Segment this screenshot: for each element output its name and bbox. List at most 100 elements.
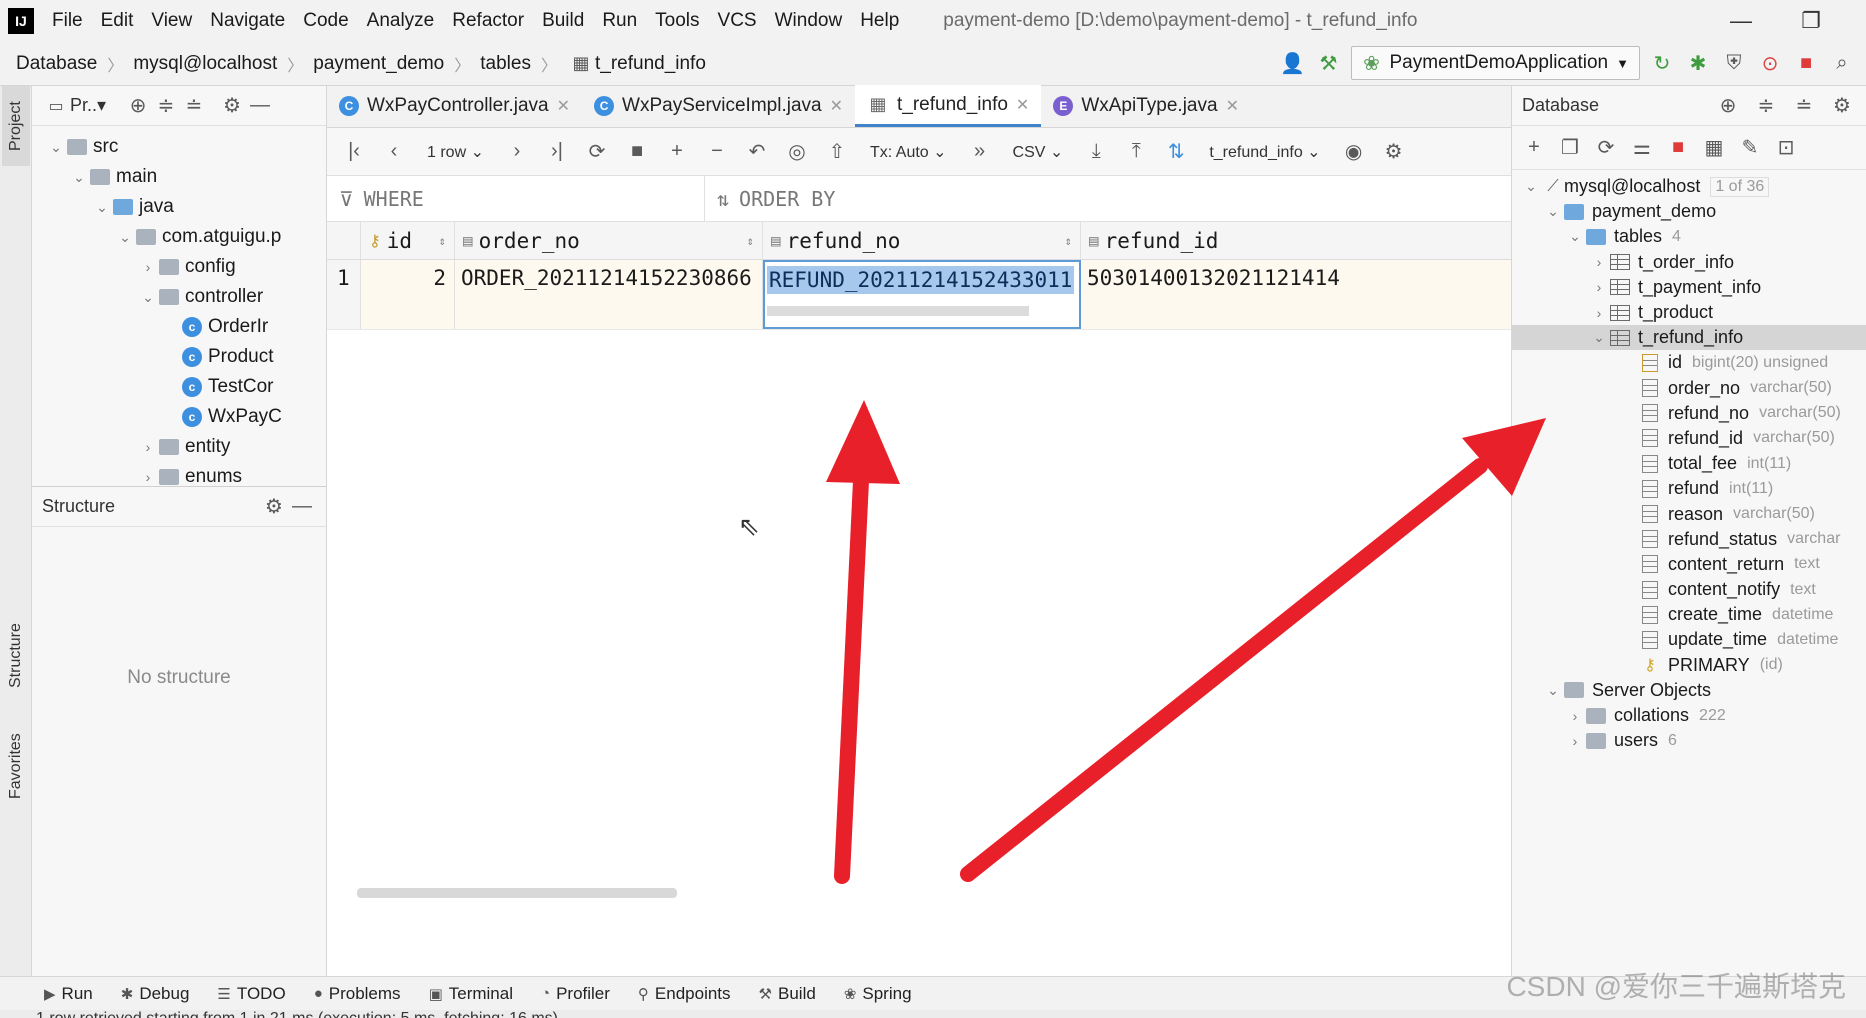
chevron-down-icon[interactable]: ⌄: [68, 169, 90, 186]
tool-window-run[interactable]: ▶ Run: [44, 984, 93, 1004]
tool-window-build[interactable]: ⚒ Build: [759, 984, 816, 1004]
breadcrumb-schema[interactable]: payment_demo: [313, 53, 444, 75]
minimize-icon[interactable]: —: [1706, 0, 1776, 42]
menu-item-file[interactable]: File: [52, 10, 83, 32]
column-node[interactable]: refund_id varchar(50): [1512, 426, 1866, 451]
hide-panel-icon[interactable]: —: [288, 493, 316, 521]
table-node[interactable]: › t_product: [1512, 300, 1866, 325]
collapse-all-icon[interactable]: ≐: [1790, 92, 1818, 120]
revert-icon[interactable]: ↶: [740, 138, 774, 166]
chevron-down-icon[interactable]: ⌄: [1588, 329, 1610, 346]
previous-page-icon[interactable]: ‹: [377, 138, 411, 166]
chevron-right-icon[interactable]: ›: [1588, 305, 1610, 321]
download-icon[interactable]: ⤓: [1079, 138, 1113, 166]
column-node[interactable]: order_no varchar(50): [1512, 376, 1866, 401]
export-format-select[interactable]: CSV ⌄: [1013, 142, 1064, 162]
tree-item[interactable]: c TestCor: [32, 372, 326, 402]
tree-item[interactable]: c Product: [32, 342, 326, 372]
sort-toggle-icon[interactable]: ⇕: [747, 234, 754, 248]
column-header-id[interactable]: ⚷ id ⇕: [361, 222, 455, 259]
column-header-order-no[interactable]: ▤ order_no ⇕: [455, 222, 763, 259]
menu-item-navigate[interactable]: Navigate: [210, 10, 285, 32]
user-icon[interactable]: 👤: [1279, 49, 1307, 77]
gear-icon[interactable]: ⚙: [218, 92, 246, 120]
copy-icon[interactable]: ❐: [1556, 134, 1584, 162]
console-icon[interactable]: ⊡: [1772, 134, 1800, 162]
upload-icon[interactable]: ⤒: [1119, 138, 1153, 166]
chevron-right-icon[interactable]: ›: [1588, 279, 1610, 295]
chevron-down-icon[interactable]: ⌄: [114, 229, 136, 246]
preview-changes-icon[interactable]: ◎: [780, 138, 814, 166]
menu-item-window[interactable]: Window: [775, 10, 843, 32]
chevron-down-icon[interactable]: ⌄: [91, 199, 113, 216]
cell-refund-id[interactable]: 50301400132021121414: [1081, 260, 1511, 329]
menu-item-tools[interactable]: Tools: [655, 10, 699, 32]
tree-item[interactable]: › config: [32, 252, 326, 282]
chevron-right-icon[interactable]: ›: [137, 469, 159, 485]
chevron-down-icon[interactable]: ⌄: [45, 139, 67, 156]
primary-key-node[interactable]: ⚷ PRIMARY (id): [1512, 653, 1866, 678]
chevron-right-icon[interactable]: ›: [1564, 708, 1586, 724]
locate-icon[interactable]: ⊕: [124, 92, 152, 120]
column-node[interactable]: create_time datetime: [1512, 602, 1866, 627]
column-node[interactable]: id bigint(20) unsigned: [1512, 350, 1866, 375]
tree-item[interactable]: › enums: [32, 462, 326, 486]
row-count-select[interactable]: 1 row ⌄: [427, 142, 484, 162]
chevron-down-icon[interactable]: ⌄: [137, 289, 159, 306]
chevron-down-icon[interactable]: ⌄: [1564, 228, 1586, 245]
tree-item[interactable]: c OrderIr: [32, 312, 326, 342]
view-icon[interactable]: ◉: [1337, 138, 1371, 166]
horizontal-scrollbar[interactable]: [357, 888, 677, 898]
breadcrumb-database[interactable]: Database: [16, 53, 97, 75]
chevron-right-icon[interactable]: ›: [137, 259, 159, 275]
table-node[interactable]: › t_order_info: [1512, 250, 1866, 275]
tables-node[interactable]: ⌄ tables 4: [1512, 224, 1866, 249]
stop-query-icon[interactable]: ■: [620, 138, 654, 166]
delete-row-icon[interactable]: −: [700, 138, 734, 166]
menu-item-help[interactable]: Help: [860, 10, 899, 32]
collations-node[interactable]: › collations 222: [1512, 703, 1866, 728]
column-node[interactable]: update_time datetime: [1512, 627, 1866, 652]
last-page-icon[interactable]: ›|: [540, 138, 574, 166]
gear-icon[interactable]: ⚙: [1377, 138, 1411, 166]
order-by-filter[interactable]: ⇅ ORDER BY: [705, 176, 835, 221]
column-node[interactable]: total_fee int(11): [1512, 451, 1866, 476]
search-icon[interactable]: ⌕: [1828, 49, 1856, 77]
cell-id[interactable]: 2: [361, 260, 455, 329]
favorites-tool-tab[interactable]: Favorites: [2, 716, 30, 816]
cell-refund-no[interactable]: REFUND_20211214152433011: [763, 260, 1081, 329]
menu-item-refactor[interactable]: Refactor: [452, 10, 524, 32]
edit-icon[interactable]: ✎: [1736, 134, 1764, 162]
expand-all-icon[interactable]: ≑: [152, 92, 180, 120]
submit-icon[interactable]: ⇧: [820, 138, 854, 166]
tree-item[interactable]: › entity: [32, 432, 326, 462]
breadcrumb-host[interactable]: mysql@localhost: [133, 53, 277, 75]
column-node[interactable]: refund_status varchar: [1512, 527, 1866, 552]
chevron-down-icon[interactable]: ⌄: [1542, 682, 1564, 699]
tree-item[interactable]: ⌄ com.atguigu.p: [32, 222, 326, 252]
cell-scrollbar[interactable]: [767, 306, 1029, 316]
next-page-icon[interactable]: ›: [500, 138, 534, 166]
column-node[interactable]: refund int(11): [1512, 476, 1866, 501]
collapse-all-icon[interactable]: ≐: [180, 92, 208, 120]
tree-item[interactable]: ⌄ controller: [32, 282, 326, 312]
tree-item[interactable]: c WxPayC: [32, 402, 326, 432]
menu-item-build[interactable]: Build: [542, 10, 584, 32]
close-icon[interactable]: ✕: [830, 96, 843, 116]
tool-window-spring[interactable]: ❀ Spring: [844, 984, 912, 1004]
table-view-icon[interactable]: ▦: [1700, 134, 1728, 162]
tree-item[interactable]: ⌄ main: [32, 162, 326, 192]
transaction-mode-select[interactable]: Tx: Auto ⌄: [870, 142, 947, 162]
tool-window-problems[interactable]: ● Problems: [314, 984, 401, 1004]
host-node[interactable]: ⌄ ⟋ mysql@localhost 1 of 36: [1512, 174, 1866, 199]
table-node[interactable]: › t_payment_info: [1512, 275, 1866, 300]
menu-item-analyze[interactable]: Analyze: [367, 10, 435, 32]
tool-window-todo[interactable]: ☰ TODO: [217, 984, 285, 1004]
column-node[interactable]: content_notify text: [1512, 577, 1866, 602]
editor-tab[interactable]: C WxPayController.java ✕: [327, 85, 582, 127]
first-page-icon[interactable]: |‹: [337, 138, 371, 166]
close-window-icon[interactable]: [1846, 0, 1866, 42]
editor-tab[interactable]: E WxApiType.java ✕: [1041, 85, 1251, 127]
rerun-icon[interactable]: ↻: [1648, 49, 1676, 77]
debug-icon[interactable]: ✱: [1684, 49, 1712, 77]
